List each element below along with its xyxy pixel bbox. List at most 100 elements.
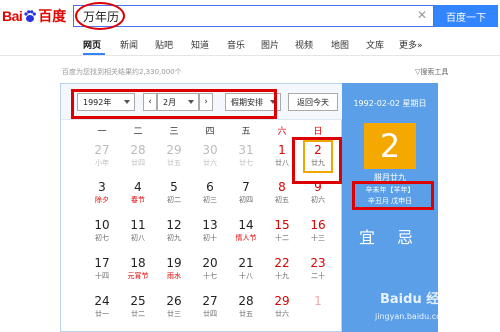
day-cell[interactable]: 29 廿六 (264, 291, 300, 326)
day-cell[interactable]: 10 初七 (84, 215, 120, 250)
day-cell[interactable]: 5 初二 (156, 177, 192, 212)
logo-text-left: Bai (2, 8, 23, 24)
day-cell[interactable]: 27 小年 (84, 140, 120, 175)
day-cell[interactable]: 25 廿二 (120, 291, 156, 326)
tab-zhidao[interactable]: 知道 (191, 38, 209, 51)
lunar-day: 初七 (95, 234, 109, 242)
day-cell[interactable]: 11 初八 (120, 215, 156, 250)
lunar-day: 廿五 (239, 310, 253, 318)
ji-label[interactable]: 忌 (397, 224, 413, 248)
tab-web[interactable]: 网页 (83, 38, 101, 51)
day-number: 7 (242, 180, 250, 194)
tab-music[interactable]: 音乐 (227, 38, 245, 51)
watermark-url: jingyan.baidu.com (375, 312, 449, 321)
day-number: 22 (274, 256, 290, 270)
day-cell[interactable]: 24 廿一 (84, 291, 120, 326)
day-cell[interactable]: 14 情人节 (228, 215, 264, 250)
day-number: 4 (134, 180, 142, 194)
day-number: 29 (166, 143, 182, 157)
day-number: 30 (202, 143, 218, 157)
weekday-label: 日 (313, 127, 323, 137)
day-number: 10 (94, 218, 110, 232)
day-number: 5 (170, 180, 178, 194)
day-number: 6 (206, 180, 214, 194)
lunar-day: 元宵节 (127, 272, 149, 280)
tab-wenku[interactable]: 文库 (366, 38, 384, 51)
search-input[interactable]: 万年历 ✕ (73, 5, 434, 27)
tab-map[interactable]: 地图 (331, 38, 349, 51)
weekday-label: 一 (97, 127, 107, 137)
day-number: 27 (94, 143, 110, 157)
day-cell[interactable]: 15 十二 (264, 215, 300, 250)
day-cell[interactable]: 13 初十 (192, 215, 228, 250)
search-button[interactable]: 百度一下 (434, 5, 498, 27)
day-number: 24 (94, 294, 110, 308)
day-cell[interactable]: 20 十七 (192, 253, 228, 288)
day-cell[interactable]: 22 十九 (264, 253, 300, 288)
lunar-day: 情人节 (235, 234, 257, 242)
baidu-logo[interactable]: Bai 百度 (2, 5, 66, 27)
day-number: 14 (238, 218, 254, 232)
day-cell[interactable]: 27 廿四 (192, 291, 228, 326)
tab-news[interactable]: 新闻 (120, 38, 138, 51)
lunar-day: 雨水 (167, 272, 181, 280)
lunar-day: 廿七 (239, 159, 253, 167)
tab-more[interactable]: 更多» (399, 38, 423, 51)
day-cell[interactable]: 28 廿五 (228, 291, 264, 326)
day-cell[interactable]: 18 元宵节 (120, 253, 156, 288)
day-cell[interactable]: 29 廿五 (156, 140, 192, 175)
lunar-day: 十七 (203, 272, 217, 280)
day-number: 28 (238, 294, 254, 308)
tab-images[interactable]: 图片 (261, 38, 279, 51)
day-cell[interactable]: 17 十四 (84, 253, 120, 288)
day-number: 11 (130, 218, 146, 232)
day-number: 1 (314, 294, 322, 308)
calendar-header: 1992年 ‹ 2月 › 假期安排 返回今天 (61, 84, 343, 120)
day-cell[interactable]: 16 十三 (300, 215, 336, 250)
weekday-label: 六 (277, 127, 287, 137)
day-cell[interactable]: 12 初九 (156, 215, 192, 250)
day-cell[interactable]: 4 春节 (120, 177, 156, 212)
day-cell[interactable]: 31 廿七 (228, 140, 264, 175)
day-cell[interactable]: 21 十八 (228, 253, 264, 288)
tab-video[interactable]: 视频 (295, 38, 313, 51)
day-cell[interactable]: 30 廿六 (192, 140, 228, 175)
today-button[interactable]: 返回今天 (288, 93, 338, 111)
selected-day-number: 2 (364, 123, 416, 169)
day-cell[interactable]: 3 除夕 (84, 177, 120, 212)
day-number: 18 (130, 256, 146, 270)
calendar-widget: 1992年 ‹ 2月 › 假期安排 返回今天 一 二 三 四 五 六 日 27 小… (60, 83, 343, 332)
search-tools-label: 搜索工具 (420, 68, 449, 76)
day-cell[interactable]: 6 初三 (192, 177, 228, 212)
day-number: 20 (202, 256, 218, 270)
lunar-day: 初八 (131, 234, 145, 242)
day-number: 23 (310, 256, 326, 270)
day-number: 29 (274, 294, 290, 308)
day-cell[interactable]: 19 雨水 (156, 253, 192, 288)
lunar-day: 十九 (275, 272, 289, 280)
search-tools[interactable]: ▽搜索工具 (415, 67, 448, 77)
clear-icon[interactable]: ✕ (417, 8, 427, 22)
annotation-box (352, 181, 434, 210)
tab-tieba[interactable]: 贴吧 (155, 38, 173, 51)
lunar-day: 廿六 (275, 310, 289, 318)
day-cell[interactable]: 28 廿四 (120, 140, 156, 175)
lunar-day: 廿六 (203, 159, 217, 167)
day-number: 16 (310, 218, 326, 232)
logo-text-right: 百度 (38, 8, 67, 24)
day-number: 21 (238, 256, 254, 270)
lunar-day: 除夕 (95, 196, 109, 204)
lunar-day: 廿二 (131, 310, 145, 318)
lunar-day: 初九 (167, 234, 181, 242)
lunar-day: 十八 (239, 272, 253, 280)
paw-icon (24, 10, 37, 22)
day-cell[interactable]: 23 二十 (300, 253, 336, 288)
day-number: 27 (202, 294, 218, 308)
annotation-oval (75, 2, 125, 30)
day-cell[interactable]: 1 (300, 291, 336, 326)
day-number: 25 (130, 294, 146, 308)
yi-label[interactable]: 宜 (359, 224, 375, 248)
lunar-day: 廿四 (131, 159, 145, 167)
day-cell[interactable]: 7 初四 (228, 177, 264, 212)
day-cell[interactable]: 26 廿三 (156, 291, 192, 326)
